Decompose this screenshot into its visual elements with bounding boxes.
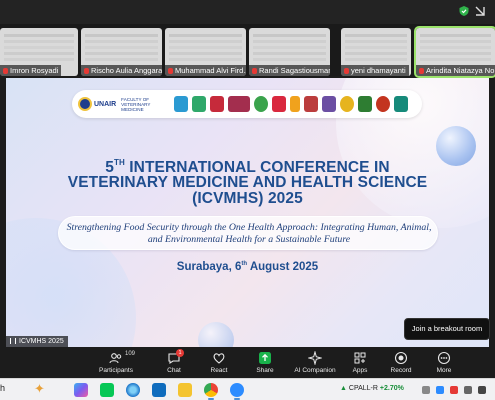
decorative-bubble (198, 322, 234, 347)
partner-logo-icon (228, 96, 250, 112)
chat-unread-badge: 1 (176, 349, 184, 357)
partner-logo-icon (254, 96, 268, 112)
participant-name: Muhammad Alvi Fird… (165, 65, 246, 76)
partner-logo-icon (174, 96, 188, 112)
taskbar-search-text[interactable]: h (0, 383, 5, 393)
muted-mic-icon (3, 68, 8, 74)
participants-label: Participants (99, 367, 133, 374)
conference-title-line-3: (ICVMHS) 2025 (192, 190, 303, 207)
signal-icon[interactable] (474, 5, 486, 17)
video-thumbnail (420, 34, 491, 37)
presenter-name-tag: ICVMHS 2025 (6, 336, 68, 347)
apps-icon (353, 351, 367, 365)
muted-mic-icon (84, 68, 89, 74)
partner-logo-icon (290, 96, 300, 112)
faculty-logo-text: FACULTY OF VETERINARY MEDICINE (121, 96, 151, 112)
ticker-change: +2.70% (379, 385, 404, 392)
outlook-app-icon[interactable] (152, 383, 166, 397)
muted-mic-icon (419, 68, 424, 74)
participant-name: Randi Sagastiousman… (249, 65, 330, 76)
partner-logo-icon (394, 96, 408, 112)
unair-logo-text: UNAIR (94, 100, 117, 108)
theme-box: Strengthening Food Security through the … (58, 216, 438, 250)
participant-name: yeni dhamayanti (341, 65, 409, 76)
chrome-browser-icon[interactable] (204, 383, 218, 400)
muted-mic-icon (168, 68, 173, 74)
tray-icon[interactable] (436, 386, 444, 394)
meeting-top-bar (0, 0, 495, 24)
trend-up-icon: ▲ (340, 385, 347, 392)
stock-ticker-widget[interactable]: ▲ CPALL-R +2.70% (340, 385, 404, 392)
security-shield-icon[interactable] (458, 5, 470, 17)
participant-name: Arindita Niatazya No… (416, 65, 495, 76)
edge-browser-icon[interactable] (126, 383, 140, 397)
tray-icon[interactable] (464, 386, 472, 394)
muted-mic-icon (344, 68, 349, 74)
participants-button[interactable]: 109 Participants (90, 351, 142, 377)
participant-tile[interactable]: Rischo Aulia Anggara (81, 28, 162, 76)
partner-logo-icon (340, 96, 354, 112)
shared-screen[interactable]: UNAIR FACULTY OF VETERINARY MEDICINE 5TH… (6, 78, 489, 347)
participant-tile-active-speaker[interactable]: Arindita Niatazya No… (414, 26, 495, 78)
meeting-toolbar: 109 Participants 1 Chat React Share AI C… (0, 348, 495, 378)
partner-logo-icon (322, 96, 336, 112)
react-button[interactable]: React (193, 351, 245, 377)
participant-name: Rischo Aulia Anggara (81, 65, 162, 76)
unair-seal-icon (78, 97, 92, 111)
more-icon (437, 351, 451, 365)
video-thumbnail (345, 34, 407, 37)
breakout-room-tooltip: Join a breakout room (404, 318, 490, 340)
location-date: Surabaya, 6th August 2025 (176, 261, 319, 273)
participant-tile[interactable]: Muhammad Alvi Fird… (165, 28, 246, 76)
video-thumbnail (253, 34, 326, 37)
windows-taskbar: h ✦ ▲ CPALL-R +2.70% (0, 378, 495, 400)
tray-icon[interactable] (450, 386, 458, 394)
record-icon (394, 351, 408, 365)
video-thumbnail (4, 34, 74, 37)
copilot-app-icon[interactable] (74, 383, 88, 397)
muted-mic-icon (252, 68, 257, 74)
more-label: More (436, 367, 452, 374)
participant-strip: Imron Rosyadi Rischo Aulia Anggara Muham… (0, 24, 495, 78)
partner-logo-icon (304, 96, 318, 112)
tray-icon[interactable] (478, 386, 486, 394)
video-thumbnail (85, 34, 158, 37)
ticker-symbol: CPALL-R (348, 385, 378, 392)
partner-logo-icon (272, 96, 286, 112)
conference-theme: Strengthening Food Security through the … (66, 222, 432, 245)
video-thumbnail (169, 34, 242, 37)
heart-icon (212, 351, 226, 365)
audio-bars-icon (10, 338, 16, 344)
file-explorer-icon[interactable] (178, 383, 192, 397)
participants-count: 109 (125, 351, 136, 357)
unair-logo: UNAIR FACULTY OF VETERINARY MEDICINE (78, 96, 165, 112)
partner-logo-icon (358, 96, 372, 112)
partner-logo-icon (376, 96, 390, 112)
copilot-sparkle-icon[interactable]: ✦ (34, 381, 45, 397)
participant-name: Imron Rosyadi (0, 65, 62, 76)
participant-tile[interactable]: Randi Sagastiousman… (249, 28, 330, 76)
chat-icon: 1 (167, 349, 184, 365)
share-label: Share (256, 367, 274, 374)
partner-logo-icon (192, 96, 206, 112)
participant-tile[interactable]: yeni dhamayanti (341, 28, 411, 76)
participants-icon (109, 351, 123, 365)
share-button[interactable]: Share (239, 351, 291, 377)
line-app-icon[interactable] (100, 383, 114, 397)
sponsor-logo-bar: UNAIR FACULTY OF VETERINARY MEDICINE (72, 90, 422, 118)
tray-icon[interactable] (422, 386, 430, 394)
share-screen-icon (258, 351, 272, 365)
more-button[interactable]: More (418, 351, 470, 377)
sparkle-icon (307, 350, 323, 366)
partner-logo-icon (210, 96, 224, 112)
react-label: React (210, 367, 228, 374)
zoom-app-icon[interactable] (230, 383, 244, 400)
participant-tile[interactable]: Imron Rosyadi (0, 28, 78, 76)
